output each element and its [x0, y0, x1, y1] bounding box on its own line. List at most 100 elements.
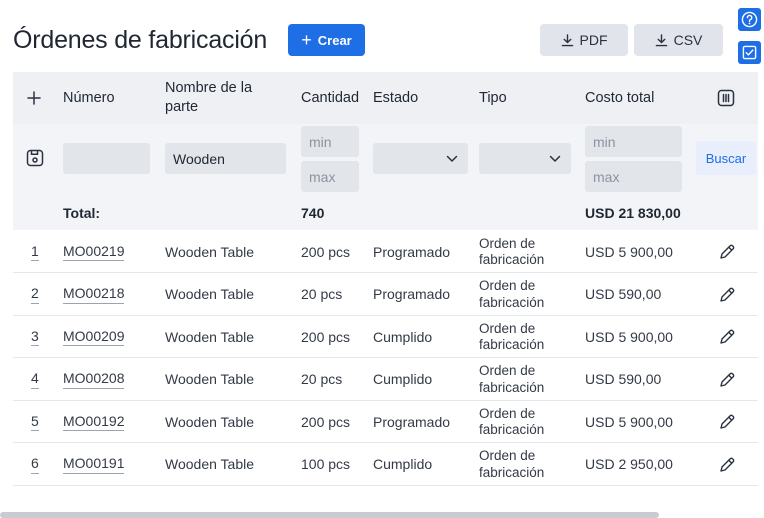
link-text: MO00218: [63, 285, 125, 304]
link-text: MO00191: [63, 455, 125, 474]
column-header-total-cost[interactable]: Costo total: [585, 72, 654, 124]
link-text: MO00219: [63, 243, 125, 262]
table-row: 6 MO00191 Wooden Table 100 pcs Cumplido …: [13, 443, 758, 486]
number-filter-input[interactable]: [63, 143, 150, 174]
type-cell: Orden de fabricación: [479, 448, 545, 480]
order-number-link[interactable]: MO00209: [63, 316, 125, 358]
add-column-button[interactable]: [27, 72, 41, 124]
export-csv-button[interactable]: CSV: [634, 24, 723, 56]
save-filter-button[interactable]: [26, 149, 44, 167]
order-number-link[interactable]: MO00208: [63, 359, 125, 401]
edit-row-button[interactable]: [718, 286, 736, 304]
table-row: 2 MO00218 Wooden Table 20 pcs Programado…: [13, 273, 758, 316]
download-icon: [561, 33, 573, 46]
row-index-link[interactable]: 4: [31, 359, 39, 401]
part-name-cell: Wooden Table: [165, 413, 254, 430]
column-header-status[interactable]: Estado: [373, 72, 418, 124]
link-text: 6: [31, 455, 39, 474]
row-index-link[interactable]: 5: [31, 401, 39, 443]
pdf-label: PDF: [579, 32, 608, 48]
quantity-max-input[interactable]: max: [301, 161, 359, 192]
pencil-icon: [720, 244, 735, 259]
part-name-cell: Wooden Table: [165, 286, 254, 303]
horizontal-scrollbar[interactable]: [0, 512, 659, 518]
total-cost-cell: USD 5 900,00: [585, 413, 673, 430]
status-cell: Cumplido: [373, 328, 433, 345]
type-cell: Orden de fabricación: [479, 363, 545, 395]
order-number-link[interactable]: MO00218: [63, 274, 125, 316]
cost-max-input[interactable]: max: [585, 161, 682, 192]
totals-row: Total: 740 USD 21 830,00: [13, 196, 758, 230]
edit-row-button[interactable]: [718, 371, 736, 389]
help-circle-icon: [741, 11, 758, 28]
link-text: 2: [31, 285, 39, 304]
edit-row-button[interactable]: [718, 328, 736, 346]
column-header-number[interactable]: Número: [63, 72, 115, 124]
columns-icon: [717, 89, 735, 107]
link-text: MO00209: [63, 328, 125, 347]
link-text: 3: [31, 328, 39, 347]
export-pdf-button[interactable]: PDF: [540, 24, 628, 56]
status-cell: Programado: [373, 243, 451, 260]
part-name-cell: Wooden Table: [165, 456, 254, 473]
create-button[interactable]: + Crear: [288, 24, 365, 56]
quantity-cell: 100 pcs: [301, 456, 351, 473]
edit-row-button[interactable]: [718, 243, 736, 261]
total-cost-cell: USD 590,00: [585, 286, 662, 303]
pencil-icon: [720, 457, 735, 472]
table-header: Número Nombre de la parte Cantidad Estad…: [13, 72, 758, 124]
row-index-link[interactable]: 2: [31, 274, 39, 316]
edit-row-button[interactable]: [718, 413, 736, 431]
chevron-down-icon: [549, 155, 561, 162]
cost-min-input[interactable]: min: [585, 126, 682, 157]
link-text: 1: [31, 243, 39, 262]
help-button[interactable]: [738, 8, 761, 31]
total-cost-cell: USD 590,00: [585, 371, 662, 388]
quantity-cell: 20 pcs: [301, 286, 343, 303]
row-index-link[interactable]: 3: [31, 316, 39, 358]
type-cell: Orden de fabricación: [479, 235, 545, 267]
page-header: Órdenes de fabricación + Crear PDF CSV: [0, 0, 764, 72]
pencil-icon: [720, 372, 735, 387]
table-row: 3 MO00209 Wooden Table 200 pcs Cumplido …: [13, 316, 758, 358]
quantity-cell: 20 pcs: [301, 371, 343, 388]
totals-cost: USD 21 830,00: [585, 205, 681, 221]
link-text: MO00192: [63, 413, 125, 432]
pencil-icon: [720, 414, 735, 429]
totals-quantity: 740: [301, 205, 325, 221]
order-number-link[interactable]: MO00192: [63, 401, 125, 443]
part-name-cell: Wooden Table: [165, 328, 254, 345]
part-name-cell: Wooden Table: [165, 371, 254, 388]
pencil-icon: [720, 329, 735, 344]
status-cell: Cumplido: [373, 371, 433, 388]
type-cell: Orden de fabricación: [479, 278, 545, 310]
column-header-quantity[interactable]: Cantidad: [301, 72, 359, 124]
table-row: 5 MO00192 Wooden Table 200 pcs Programad…: [13, 401, 758, 443]
status-filter-select[interactable]: [373, 143, 468, 174]
order-number-link[interactable]: MO00219: [63, 231, 125, 273]
row-index-link[interactable]: 6: [31, 444, 39, 486]
link-text: MO00208: [63, 370, 125, 389]
search-button[interactable]: Buscar: [696, 141, 756, 175]
column-header-part-name[interactable]: Nombre de la parte: [165, 72, 275, 124]
type-cell: Orden de fabricación: [479, 405, 545, 437]
quantity-cell: 200 pcs: [301, 328, 351, 345]
plus-icon: +: [301, 30, 312, 50]
type-filter-select[interactable]: [479, 143, 571, 174]
column-header-type[interactable]: Tipo: [479, 72, 507, 124]
quantity-cell: 200 pcs: [301, 243, 351, 260]
columns-toggle-button[interactable]: [717, 72, 735, 124]
plus-icon: [27, 91, 41, 105]
status-cell: Cumplido: [373, 456, 433, 473]
part-name-cell: Wooden Table: [165, 243, 254, 260]
part-name-filter-input[interactable]: Wooden: [165, 143, 286, 174]
save-icon: [26, 149, 44, 167]
quantity-min-input[interactable]: min: [301, 126, 359, 157]
download-icon: [655, 33, 667, 46]
order-number-link[interactable]: MO00191: [63, 444, 125, 486]
quantity-cell: 200 pcs: [301, 413, 351, 430]
checklist-button[interactable]: [738, 41, 761, 64]
row-index-link[interactable]: 1: [31, 231, 39, 273]
status-cell: Programado: [373, 286, 451, 303]
edit-row-button[interactable]: [718, 456, 736, 474]
